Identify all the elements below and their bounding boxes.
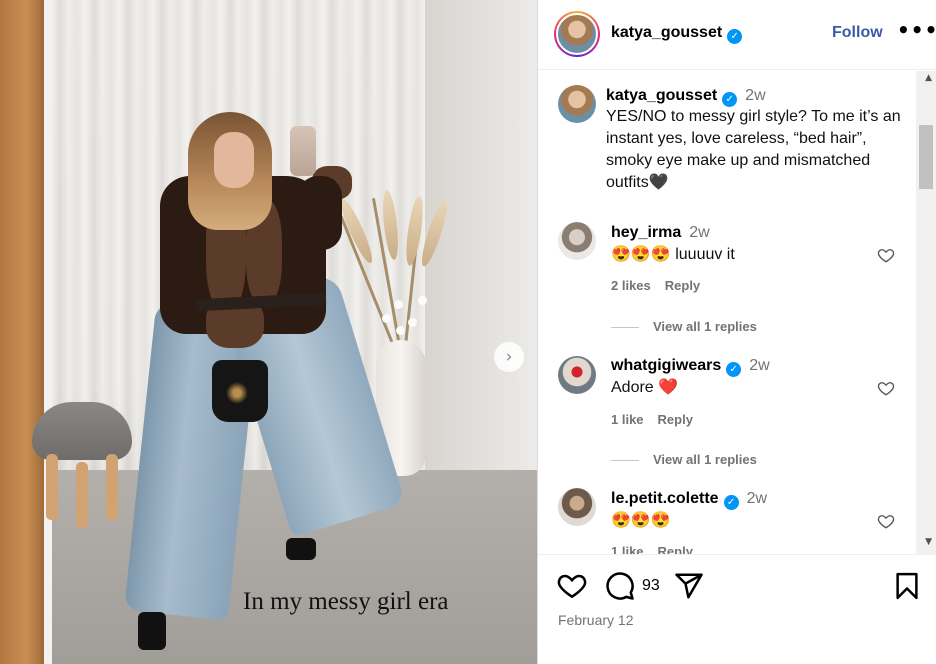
comment-avatar[interactable] xyxy=(558,356,596,394)
post-date: February 12 xyxy=(558,612,634,628)
reply-button[interactable]: Reply xyxy=(658,544,693,554)
comment-time: 2w xyxy=(689,224,710,241)
post-panel: katya_gousset ✓ Follow ••• katya_gousset ✓… xyxy=(537,0,936,664)
shoe xyxy=(138,612,166,650)
view-replies-button[interactable]: View all 1 replies xyxy=(611,452,757,467)
caption-username[interactable]: katya_gousset ✓ 2w xyxy=(606,87,766,107)
comment-username[interactable]: whatgigiwears ✓ 2w xyxy=(611,357,770,377)
heart-icon[interactable] xyxy=(557,571,587,601)
raised-arm xyxy=(298,176,342,250)
comment-time: 2w xyxy=(746,490,768,507)
comment-meta: 1 like Reply xyxy=(611,412,707,427)
author-username[interactable]: katya_gousset ✓ xyxy=(611,24,743,44)
face xyxy=(214,132,254,188)
follow-button[interactable]: Follow xyxy=(832,24,883,42)
post-photo[interactable]: In my messy girl era › xyxy=(0,0,537,664)
comment-avatar[interactable] xyxy=(558,488,596,526)
person xyxy=(0,0,537,664)
comments-list[interactable]: katya_gousset ✓ 2w YES/NO to messy girl st… xyxy=(538,71,936,554)
post-actions: 93 February 12 xyxy=(538,554,936,664)
shoe xyxy=(286,538,316,560)
heart-icon[interactable] xyxy=(877,246,895,264)
caption-time: 2w xyxy=(745,87,766,104)
verified-badge-icon: ✓ xyxy=(722,92,738,107)
chevron-right-icon[interactable]: › xyxy=(494,342,524,372)
comment-count: 93 xyxy=(642,577,660,594)
verified-badge-icon: ✓ xyxy=(723,495,739,510)
scroll-down-icon[interactable]: ▼ xyxy=(925,537,932,547)
comment-text: Adore ❤️ xyxy=(611,379,679,396)
more-options-icon[interactable]: ••• xyxy=(897,18,936,42)
verified-badge-icon: ✓ xyxy=(726,362,742,377)
caption-text: YES/NO to messy girl style? To me it’s a… xyxy=(606,108,901,191)
photo-caption-text: In my messy girl era xyxy=(243,588,449,615)
post-header: katya_gousset ✓ Follow ••• xyxy=(538,0,936,70)
comment-text: 😍😍😍 luuuuv it xyxy=(611,246,735,263)
comment-time: 2w xyxy=(749,357,770,374)
comment-username[interactable]: hey_irma 2w xyxy=(611,224,710,242)
send-icon[interactable] xyxy=(674,571,704,601)
author-username-text[interactable]: katya_gousset xyxy=(611,24,722,41)
reply-button[interactable]: Reply xyxy=(665,278,700,293)
comment-username[interactable]: le.petit.colette ✓ 2w xyxy=(611,490,767,510)
scroll-up-icon[interactable]: ▲ xyxy=(925,73,932,83)
author-avatar[interactable] xyxy=(554,11,600,57)
comment-likes[interactable]: 1 like xyxy=(611,544,644,554)
phone xyxy=(290,126,316,176)
handbag xyxy=(212,360,268,422)
heart-icon[interactable] xyxy=(877,379,895,397)
verified-badge-icon: ✓ xyxy=(727,29,743,44)
view-replies-button[interactable]: View all 1 replies xyxy=(611,319,757,334)
comment-text: 😍😍😍 xyxy=(611,512,671,529)
comment-meta: 1 like Reply xyxy=(611,544,707,554)
reply-button[interactable]: Reply xyxy=(658,412,693,427)
comments-scrollbar[interactable]: ▲ ▼ xyxy=(916,71,936,554)
comment-likes[interactable]: 1 like xyxy=(611,412,644,427)
heart-icon[interactable] xyxy=(877,512,895,530)
comment-likes[interactable]: 2 likes xyxy=(611,278,651,293)
bookmark-icon[interactable] xyxy=(892,571,922,601)
comment-meta: 2 likes Reply xyxy=(611,278,714,293)
author-avatar-small[interactable] xyxy=(558,85,596,123)
comment-avatar[interactable] xyxy=(558,222,596,260)
scroll-thumb[interactable] xyxy=(919,125,933,189)
comment-icon[interactable] xyxy=(605,571,635,601)
